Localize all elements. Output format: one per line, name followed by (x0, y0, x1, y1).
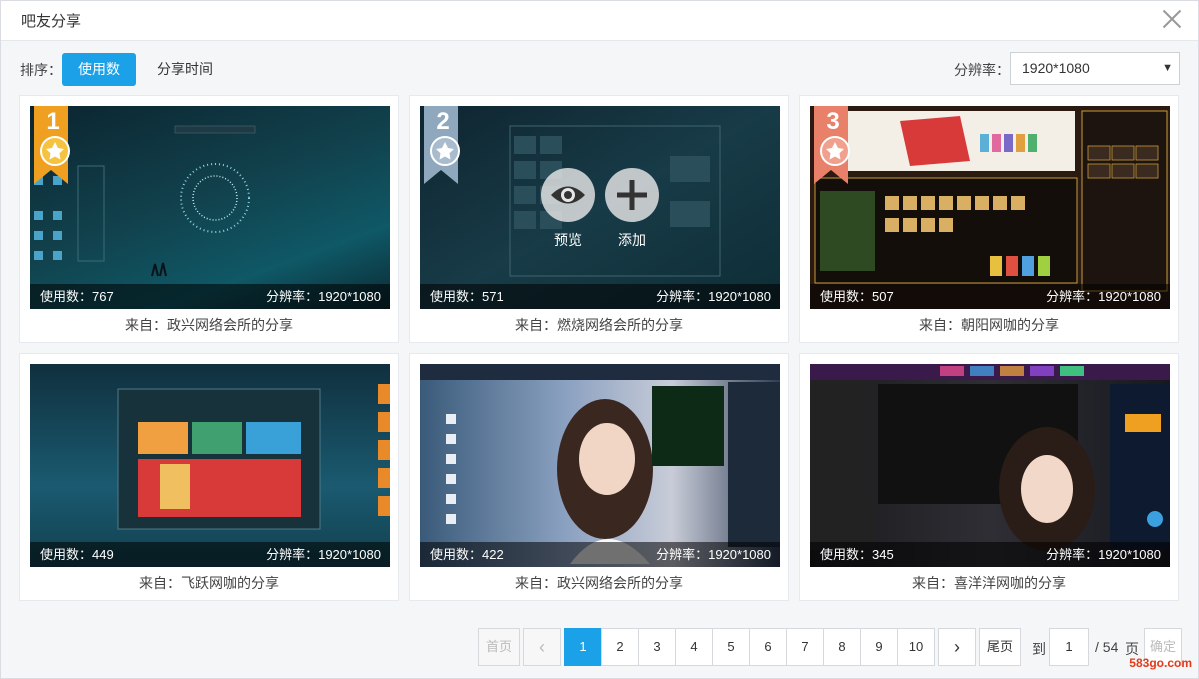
rank-number: 3 (826, 108, 840, 135)
page-button[interactable]: 6 (749, 628, 787, 666)
resolution-value: 1920*1080 (1022, 60, 1090, 76)
page-button[interactable]: 7 (786, 628, 824, 666)
wallpaper-thumbnail[interactable]: 1 使用数：767 分辨率：1920*1080 (30, 106, 390, 309)
rank-number: 2 (436, 108, 450, 135)
page-button[interactable]: 10 (897, 628, 935, 666)
usage-count: 使用数：449 (40, 547, 114, 562)
page-button[interactable]: 2 (601, 628, 639, 666)
resolution-label: 分辨率： (954, 62, 1010, 78)
thumbnail-art (117, 384, 390, 530)
share-card[interactable]: 1 使用数：767 分辨率：1920*1080 来自：政兴网络会所的分享 (19, 95, 399, 343)
sort-label: 排序： (20, 62, 62, 78)
prev-page-button[interactable]: ‹ (523, 628, 561, 666)
resolution-info: 分辨率：1920*1080 (656, 289, 771, 304)
resolution-info: 分辨率：1920*1080 (1046, 289, 1161, 304)
wallpaper-thumbnail[interactable]: 使用数：449 分辨率：1920*1080 (30, 364, 390, 567)
share-card[interactable]: 使用数：422 分辨率：1920*1080 来自：政兴网络会所的分享 (409, 353, 789, 601)
share-source: 来自：政兴网络会所的分享 (515, 575, 683, 591)
share-source: 来自：政兴网络会所的分享 (125, 317, 293, 333)
add-label[interactable]: 添加 (602, 230, 662, 250)
page-button[interactable]: 5 (712, 628, 750, 666)
rank-badge-gold: 1 (30, 106, 76, 184)
usage-count: 使用数：422 (430, 547, 504, 562)
share-dialog: 吧友分享 排序： 使用数 分享时间 分辨率： 1920*1080 ▼ 1 使用数… (0, 0, 1199, 679)
rank-badge-silver: 2 (420, 106, 466, 184)
wallpaper-thumbnail[interactable]: 使用数：422 分辨率：1920*1080 (420, 364, 780, 567)
page-button[interactable]: 8 (823, 628, 861, 666)
caret-down-icon: ▼ (1162, 62, 1173, 74)
share-source: 来自：喜洋洋网咖的分享 (912, 575, 1066, 591)
preview-button[interactable] (541, 168, 595, 222)
first-page-button[interactable]: 首页 (478, 628, 520, 666)
resolution-select[interactable]: 1920*1080 ▼ (1010, 52, 1180, 85)
thumbnail-art (810, 364, 1170, 551)
resolution-info: 分辨率：1920*1080 (266, 289, 381, 304)
resolution-info: 分辨率：1920*1080 (656, 547, 771, 562)
rank-number: 1 (46, 108, 60, 135)
watermark: 583go.com (1129, 656, 1192, 670)
goto-page-input[interactable]: 1 (1049, 628, 1089, 666)
share-card[interactable]: 3 使用数：507 分辨率：1920*1080 来自：朝阳网咖的分享 (799, 95, 1179, 343)
share-card[interactable]: 使用数：449 分辨率：1920*1080 来自：飞跃网咖的分享 (19, 353, 399, 601)
next-page-button[interactable]: › (938, 628, 976, 666)
title-bar: 吧友分享 (1, 1, 1198, 41)
usage-count: 使用数：767 (40, 289, 114, 304)
thumbnail-art (509, 125, 721, 277)
wallpaper-thumbnail[interactable]: 3 使用数：507 分辨率：1920*1080 (810, 106, 1170, 309)
sort-by-time-button[interactable]: 分享时间 (141, 53, 229, 86)
thumbnail-info-bar: 使用数：422 分辨率：1920*1080 (420, 542, 780, 567)
total-pages: / 54 (1095, 639, 1119, 655)
thumbnail-info-bar: 使用数：507 分辨率：1920*1080 (810, 284, 1170, 309)
share-card[interactable]: 2 预览 添加 使用数：571 分辨率：1920*1080 来自：燃烧网络会所的… (409, 95, 789, 343)
usage-count: 使用数：571 (430, 289, 504, 304)
last-page-button[interactable]: 尾页 (979, 628, 1021, 666)
share-source: 来自：朝阳网咖的分享 (919, 317, 1059, 333)
thumbnail-info-bar: 使用数：449 分辨率：1920*1080 (30, 542, 390, 567)
thumbnail-info-bar: 使用数：767 分辨率：1920*1080 (30, 284, 390, 309)
goto-label: 到 (1032, 641, 1046, 657)
page-button[interactable]: 3 (638, 628, 676, 666)
toolbar: 排序： 使用数 分享时间 分辨率： 1920*1080 ▼ (1, 45, 1198, 93)
usage-count: 使用数：345 (820, 547, 894, 562)
close-icon[interactable] (1160, 7, 1184, 31)
thumbnail-art (34, 125, 256, 277)
thumbnail-info-bar: 使用数：571 分辨率：1920*1080 (420, 284, 780, 309)
share-source: 来自：燃烧网络会所的分享 (515, 317, 683, 333)
preview-label[interactable]: 预览 (538, 230, 598, 250)
resolution-info: 分辨率：1920*1080 (266, 547, 381, 562)
wallpaper-thumbnail[interactable]: 2 预览 添加 使用数：571 分辨率：1920*1080 (420, 106, 780, 309)
wallpaper-thumbnail[interactable]: 使用数：345 分辨率：1920*1080 (810, 364, 1170, 567)
thumbnail-art (420, 364, 780, 564)
dialog-title: 吧友分享 (21, 13, 82, 30)
plus-icon (617, 180, 647, 210)
resolution-info: 分辨率：1920*1080 (1046, 547, 1161, 562)
add-button[interactable] (605, 168, 659, 222)
usage-count: 使用数：507 (820, 289, 894, 304)
share-source: 来自：飞跃网咖的分享 (139, 575, 279, 591)
thumbnail-info-bar: 使用数：345 分辨率：1920*1080 (810, 542, 1170, 567)
page-button[interactable]: 4 (675, 628, 713, 666)
sort-by-uses-button[interactable]: 使用数 (62, 53, 136, 86)
page-button[interactable]: 1 (564, 628, 602, 666)
eye-icon (551, 186, 585, 204)
page-button[interactable]: 9 (860, 628, 898, 666)
thumbnail-art (814, 110, 1168, 292)
share-card[interactable]: 使用数：345 分辨率：1920*1080 来自：喜洋洋网咖的分享 (799, 353, 1179, 601)
rank-badge-bronze: 3 (810, 106, 856, 184)
